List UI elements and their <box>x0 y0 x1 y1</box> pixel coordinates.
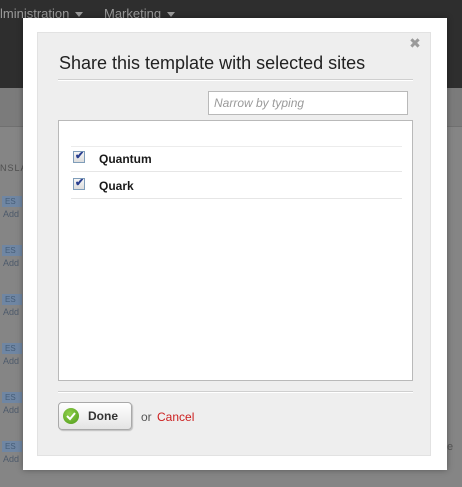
site-row-quark: ✔ Quark <box>71 173 402 199</box>
done-label: Done <box>88 409 118 423</box>
filter-sites-input[interactable] <box>208 91 408 115</box>
background-row: ES Add <box>0 343 24 379</box>
site-row-quantum: ✔ Quantum <box>71 146 402 172</box>
background-add-link: Add <box>3 454 20 464</box>
background-row: ES Add <box>0 294 24 330</box>
background-row: ES Add <box>0 196 24 232</box>
site-name: Quark <box>99 179 134 193</box>
site-checkbox[interactable]: ✔ <box>73 177 85 190</box>
background-tag: ES <box>2 196 22 207</box>
background-tag: ES <box>2 245 22 256</box>
background-tag: ES <box>2 294 22 305</box>
background-row: ES Add <box>0 392 24 428</box>
background-add-link: Add <box>3 258 20 268</box>
footer-divider <box>58 391 413 393</box>
background-row: ES Add <box>0 245 24 281</box>
check-circle-icon <box>63 408 79 424</box>
done-button[interactable]: Done <box>58 402 132 430</box>
dialog-title: Share this template with selected sites <box>59 53 366 73</box>
background-row: ES Add <box>0 441 24 477</box>
checkmark-icon: ✔ <box>75 150 85 162</box>
title-divider <box>58 79 413 81</box>
background-tag: ES <box>2 392 22 403</box>
site-checkbox[interactable]: ✔ <box>73 150 85 163</box>
background-text: e <box>447 441 454 453</box>
background-tag: ES <box>2 441 22 452</box>
site-name: Quantum <box>99 152 152 166</box>
share-template-dialog: ✖ Share this template with selected site… <box>23 18 447 470</box>
close-icon[interactable]: ✖ <box>409 36 421 50</box>
background-tag: ES <box>2 343 22 354</box>
chevron-down-icon <box>167 12 176 18</box>
site-list: ✔ Quantum ✔ Quark <box>58 120 413 381</box>
background-add-link: Add <box>3 307 20 317</box>
chevron-down-icon <box>75 12 84 18</box>
or-text: or <box>141 410 152 424</box>
background-add-link: Add <box>3 209 20 219</box>
background-add-link: Add <box>3 405 20 415</box>
cancel-link[interactable]: Cancel <box>157 410 194 424</box>
background-add-link: Add <box>3 356 20 366</box>
checkmark-icon: ✔ <box>75 177 85 189</box>
